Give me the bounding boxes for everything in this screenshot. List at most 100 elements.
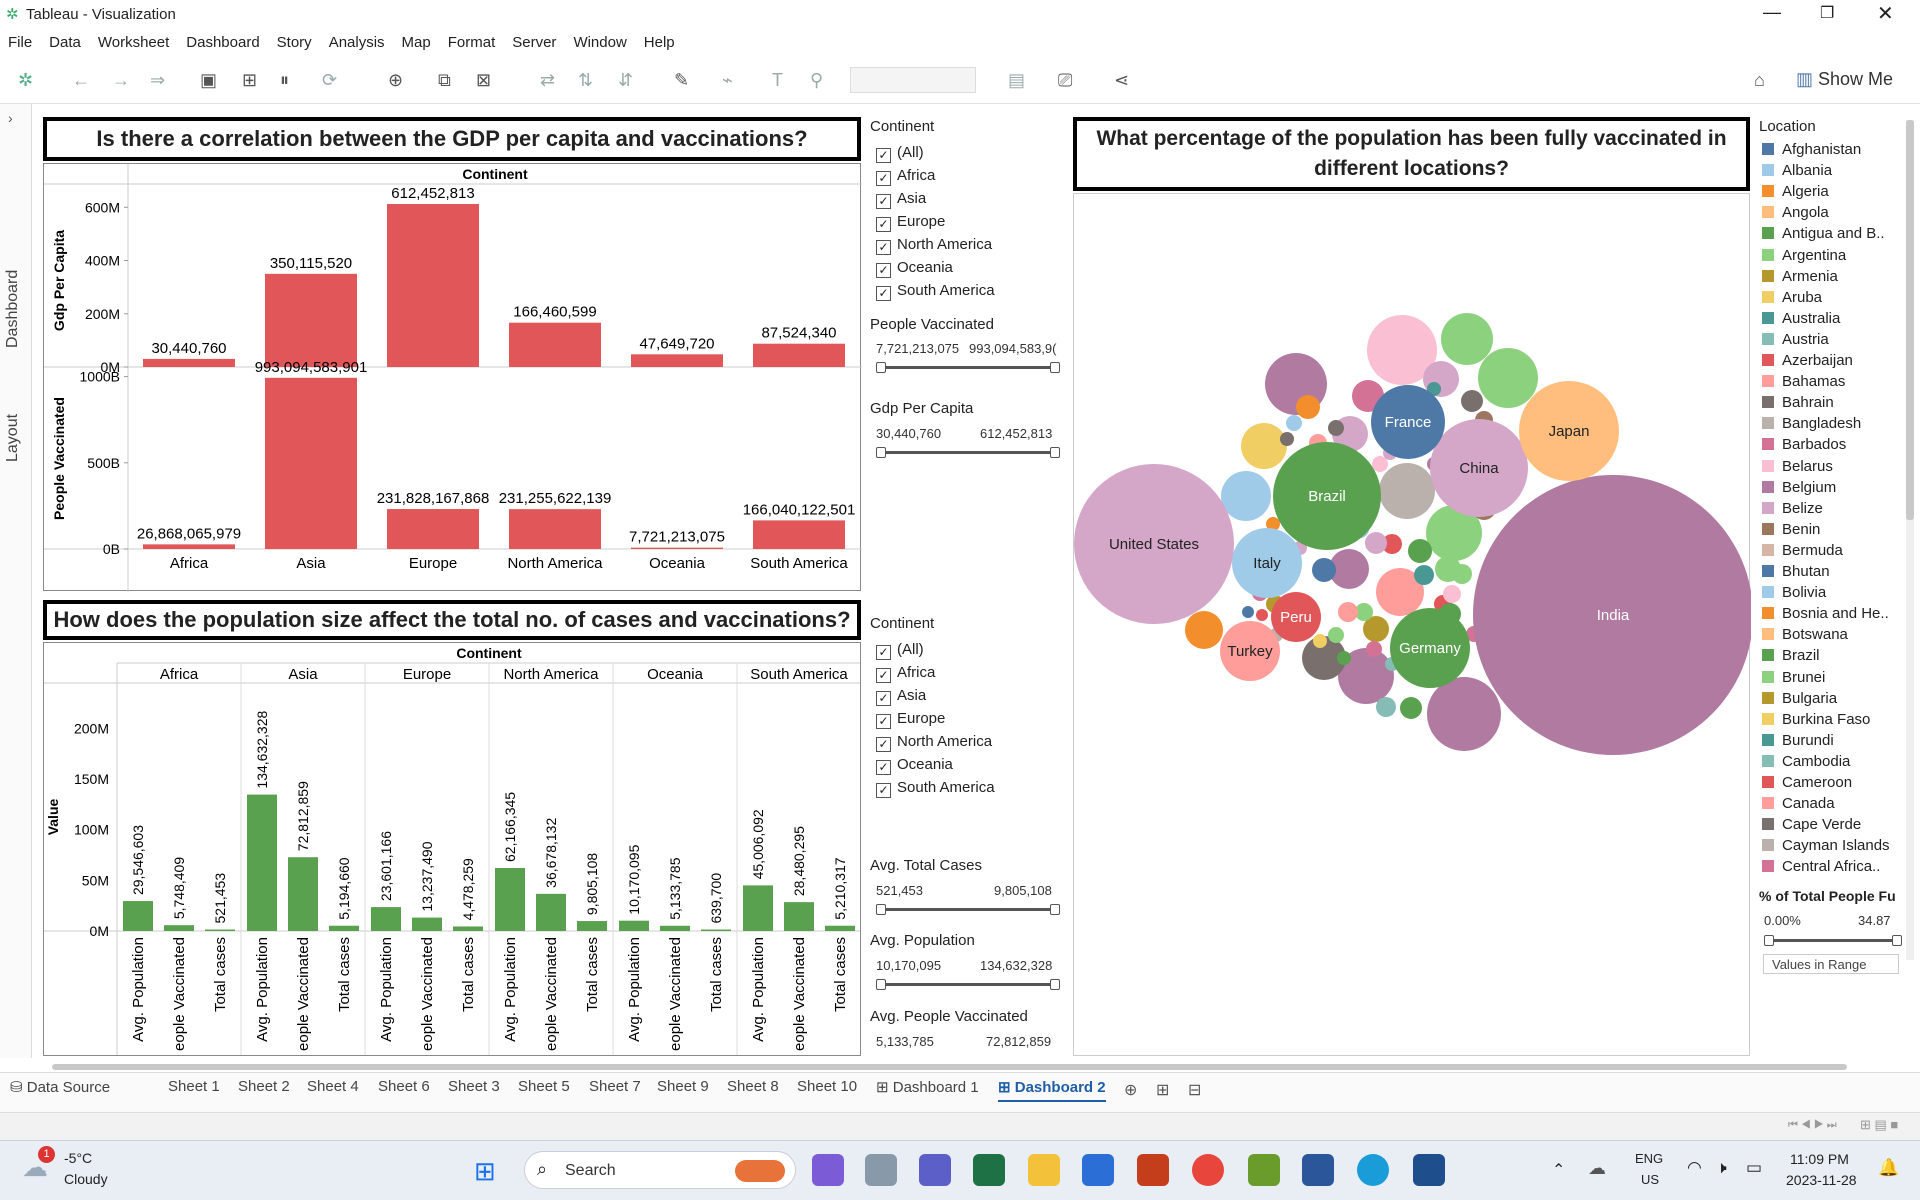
checkbox-icon[interactable]: ✓ bbox=[876, 217, 891, 232]
labels-icon[interactable]: T bbox=[772, 70, 783, 91]
legend-item[interactable]: Argentina bbox=[1762, 247, 1846, 264]
nav-arrows-icon[interactable]: ⏮ ◀ ▶ ⏭ bbox=[1788, 1119, 1837, 1132]
presentation-icon[interactable]: ⎚ bbox=[1058, 70, 1072, 91]
tab-sheet-6[interactable]: Sheet 6 bbox=[378, 1078, 430, 1095]
location-bubble[interactable] bbox=[1242, 606, 1254, 618]
show-cards-icon[interactable]: ▤ bbox=[1008, 70, 1025, 91]
location-bubble[interactable] bbox=[1365, 532, 1387, 554]
tableau-logo-icon[interactable]: ✲ bbox=[18, 70, 33, 91]
pin-icon[interactable]: ⚲ bbox=[810, 70, 823, 91]
teams-icon[interactable] bbox=[919, 1154, 951, 1186]
bar-africa[interactable] bbox=[164, 925, 194, 931]
bar-asia[interactable] bbox=[265, 273, 357, 367]
undo-icon[interactable]: ← bbox=[72, 70, 90, 91]
menu-file[interactable]: File bbox=[0, 29, 41, 51]
bar-africa[interactable] bbox=[143, 358, 235, 367]
legend-item[interactable]: Belgium bbox=[1762, 479, 1836, 496]
checkbox-icon[interactable]: ✓ bbox=[876, 691, 891, 706]
checkbox-icon[interactable]: ✓ bbox=[876, 286, 891, 301]
legend-item[interactable]: Cayman Islands bbox=[1762, 837, 1890, 854]
restore-icon[interactable]: ❐ bbox=[1820, 3, 1834, 23]
bar-africa[interactable] bbox=[143, 544, 235, 549]
pause-updates-icon[interactable]: ⏸ bbox=[280, 70, 289, 91]
new-story-tab-icon[interactable]: ⊟ bbox=[1188, 1080, 1201, 1100]
menu-story[interactable]: Story bbox=[269, 29, 321, 51]
location-bubble[interactable] bbox=[1338, 602, 1358, 622]
location-bubble[interactable] bbox=[1328, 420, 1344, 436]
gdp-slider[interactable] bbox=[876, 447, 1060, 458]
location-bubble[interactable] bbox=[1296, 395, 1320, 419]
location-bubble[interactable] bbox=[1241, 423, 1287, 469]
location-bubble[interactable] bbox=[1443, 585, 1461, 603]
menu-help[interactable]: Help bbox=[636, 29, 684, 51]
tab-dashboard[interactable]: Dashboard bbox=[4, 270, 22, 348]
file-explorer-icon[interactable] bbox=[1028, 1154, 1060, 1186]
legend-item[interactable]: Canada bbox=[1762, 795, 1835, 812]
excel-icon[interactable] bbox=[973, 1154, 1005, 1186]
location-bubble[interactable] bbox=[1366, 641, 1382, 657]
legend-item[interactable]: Azerbaijan bbox=[1762, 352, 1853, 369]
sort-asc-icon[interactable]: ⇅ bbox=[578, 70, 593, 91]
location-bubble[interactable] bbox=[1185, 611, 1223, 649]
bar-europe[interactable] bbox=[412, 917, 442, 931]
close-icon[interactable]: ✕ bbox=[1877, 1, 1894, 26]
legend-item[interactable]: Bulgaria bbox=[1762, 690, 1837, 707]
legend-item[interactable]: Antigua and B.. bbox=[1762, 225, 1885, 242]
show-hidden-icon[interactable]: ⌃ bbox=[1552, 1160, 1565, 1180]
taskbar-search[interactable]: ⌕ Search bbox=[524, 1151, 796, 1189]
menu-server[interactable]: Server bbox=[504, 29, 565, 51]
legend-item[interactable]: Albania bbox=[1762, 162, 1832, 179]
onedrive-icon[interactable]: ☁ bbox=[1588, 1158, 1606, 1179]
legend-item[interactable]: Bhutan bbox=[1762, 563, 1830, 580]
show-me-button[interactable]: ▥ Show Me bbox=[1796, 69, 1893, 90]
continent-filter2-option[interactable]: ✓ Asia bbox=[876, 687, 926, 706]
tab-sheet-8[interactable]: Sheet 8 bbox=[727, 1078, 779, 1095]
bar-africa[interactable] bbox=[205, 929, 235, 932]
format-painter-icon[interactable]: ⌂ bbox=[1754, 70, 1765, 91]
continent-filter2-option[interactable]: ✓ North America bbox=[876, 733, 992, 752]
bar-asia[interactable] bbox=[329, 925, 359, 931]
viz1-chart[interactable]: Continent600M400M200M0MGdp Per Capita30,… bbox=[44, 164, 862, 592]
continent-filter2-option[interactable]: ✓ Africa bbox=[876, 664, 935, 683]
expand-icon[interactable]: › bbox=[8, 110, 13, 126]
continent-filter2-option[interactable]: ✓ Oceania bbox=[876, 756, 953, 775]
tab-data-source[interactable]: ⛁ Data Source bbox=[10, 1078, 110, 1096]
legend-item[interactable]: Algeria bbox=[1762, 183, 1829, 200]
new-worksheet-icon[interactable]: ⊕ bbox=[388, 70, 403, 91]
people-vaccinated-slider[interactable] bbox=[876, 362, 1060, 373]
menu-map[interactable]: Map bbox=[394, 29, 440, 51]
legend-item[interactable]: Barbados bbox=[1762, 436, 1846, 453]
chrome-icon[interactable] bbox=[1192, 1154, 1224, 1186]
refresh-icon[interactable]: ⟳ bbox=[322, 70, 337, 91]
location-bubble[interactable] bbox=[1408, 539, 1432, 563]
bar-south-america[interactable] bbox=[743, 885, 773, 931]
pct-slider[interactable] bbox=[1764, 935, 1902, 946]
location-bubble[interactable] bbox=[1376, 697, 1396, 717]
location-bubble[interactable] bbox=[1280, 432, 1294, 446]
checkbox-icon[interactable]: ✓ bbox=[876, 171, 891, 186]
swap-icon[interactable]: ⇄ bbox=[540, 70, 555, 91]
bar-north-america[interactable] bbox=[495, 868, 525, 931]
legend-item[interactable]: Cambodia bbox=[1762, 753, 1850, 770]
legend-item[interactable]: Burundi bbox=[1762, 732, 1834, 749]
fit-dropdown[interactable] bbox=[850, 67, 976, 93]
bar-oceania[interactable] bbox=[631, 354, 723, 367]
bar-north-america[interactable] bbox=[509, 322, 601, 367]
save-icon[interactable]: ▣ bbox=[200, 70, 217, 91]
bar-oceania[interactable] bbox=[660, 925, 690, 931]
legend-item[interactable]: Brazil bbox=[1762, 647, 1820, 664]
tab-sheet-1[interactable]: Sheet 1 bbox=[168, 1078, 220, 1095]
checkbox-icon[interactable]: ✓ bbox=[876, 783, 891, 798]
bar-south-america[interactable] bbox=[825, 925, 855, 931]
checkbox-icon[interactable]: ✓ bbox=[876, 714, 891, 729]
new-worksheet-tab-icon[interactable]: ⊕ bbox=[1124, 1080, 1137, 1100]
bar-oceania[interactable] bbox=[631, 547, 723, 549]
viz2-chart[interactable]: Continent Value 200M 150M 100M 50M 0M Africa 29,… bbox=[44, 643, 861, 1056]
population-slider[interactable] bbox=[876, 979, 1060, 990]
tab-dashboard-1[interactable]: ⊞ Dashboard 1 bbox=[876, 1078, 979, 1096]
tab-sheet-10[interactable]: Sheet 10 bbox=[797, 1078, 857, 1095]
legend-item[interactable]: Bahrain bbox=[1762, 394, 1834, 411]
legend-item[interactable]: Bosnia and He.. bbox=[1762, 605, 1889, 622]
legend-item[interactable]: Bahamas bbox=[1762, 373, 1845, 390]
tab-layout[interactable]: Layout bbox=[4, 414, 22, 462]
